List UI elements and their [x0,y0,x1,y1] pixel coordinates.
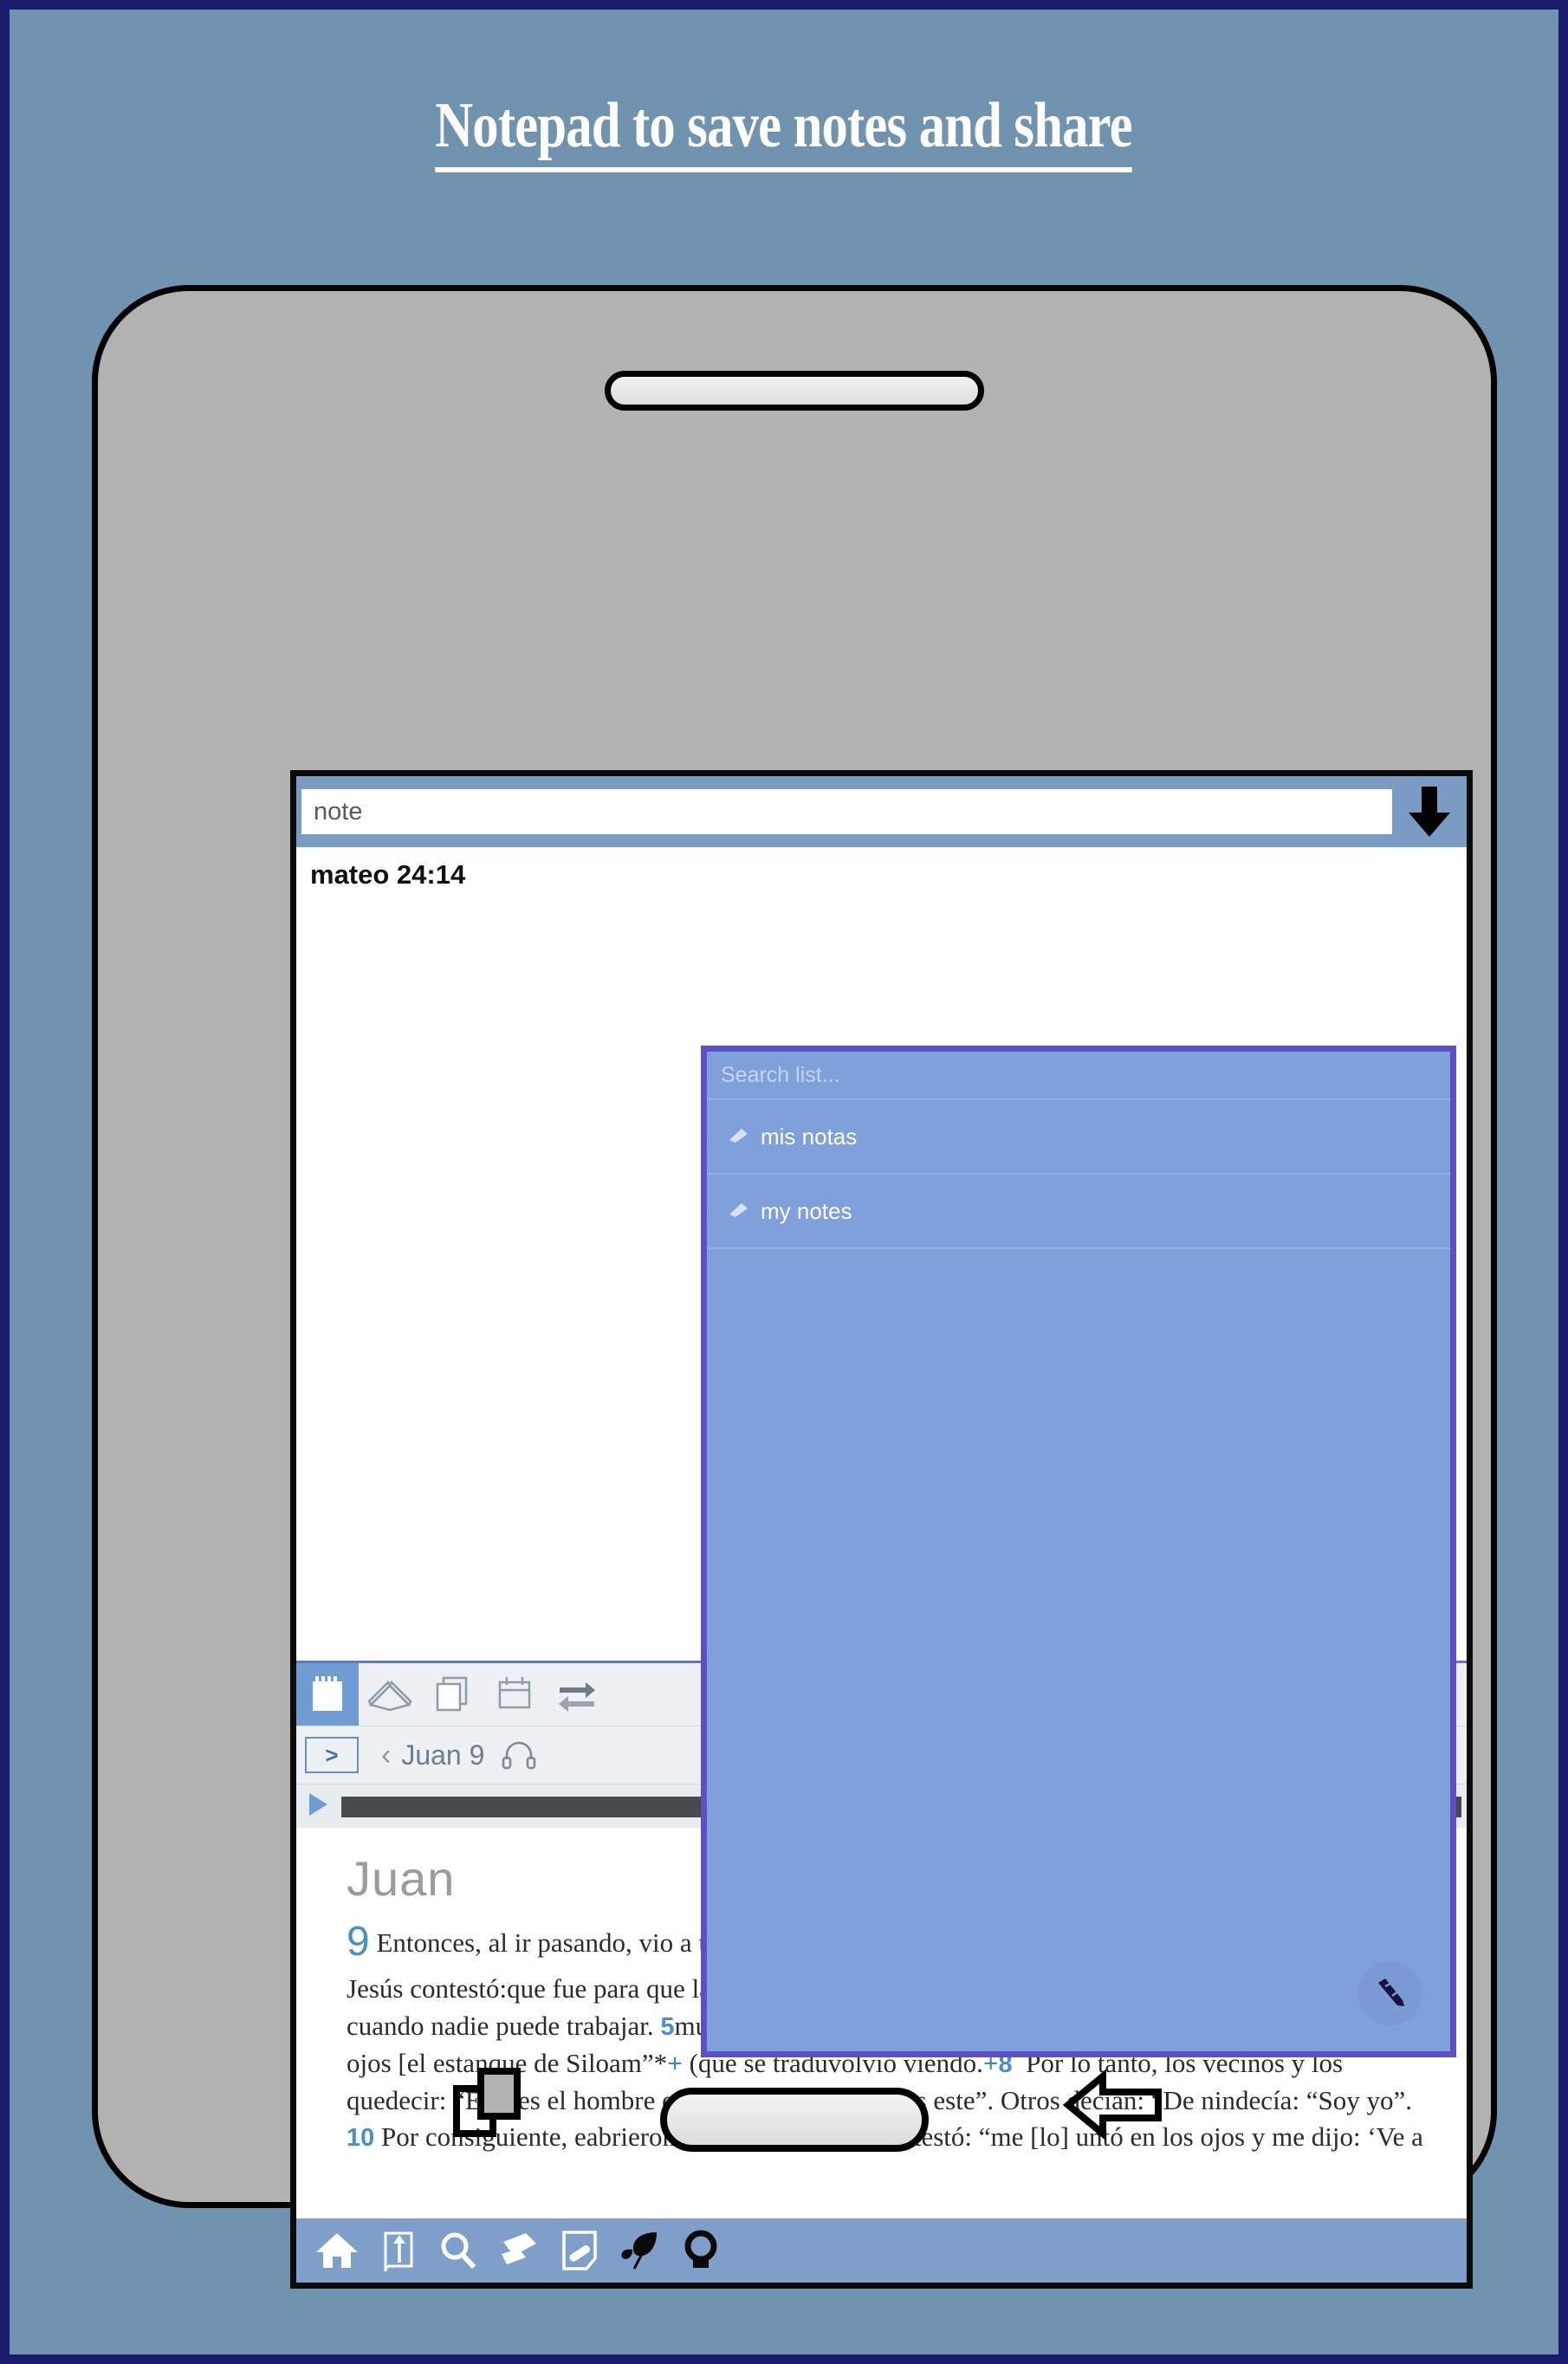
poster-root: Notepad to save notes and share mateo 24… [0,0,1568,2364]
list-item[interactable]: my notes [707,1175,1450,1249]
page-title: Notepad to save notes and share [10,92,1558,172]
book-arrow-icon[interactable] [367,2220,428,2281]
page-title-text: Notepad to save notes and share [435,92,1133,172]
list-item[interactable]: mis notas [707,1100,1450,1175]
open-book-icon[interactable] [359,1663,421,1726]
passage-run-chapter: 9 [347,1919,370,1965]
list-item-label: my notes [761,1197,852,1224]
swap-arrows-icon[interactable] [546,1663,608,1726]
note-title-input[interactable] [301,789,1392,834]
passage-run-body: el estanque de Siloam”* [406,2047,668,2078]
chapter-reference[interactable]: Juan 9 [401,1739,484,1771]
notepad-icon[interactable] [296,1663,359,1726]
leaf-icon[interactable] [610,2220,671,2281]
note-app-body[interactable]: mateo 24:14 [296,847,1467,891]
home-icon[interactable] [307,2220,367,2281]
search-input[interactable] [707,1052,1450,1100]
play-icon[interactable] [307,1791,329,1822]
bible-bottom-nav [296,2218,1467,2283]
headphones-icon[interactable] [502,1740,536,1770]
back-chevron-icon[interactable]: ‹ [381,1740,391,1770]
home-button[interactable] [660,2088,929,2152]
passage-run-xref: + [667,2047,683,2078]
chevron-down-icon[interactable] [1397,778,1461,845]
passage-run-body: decía: “Soy yo”. [1235,2084,1419,2115]
speaker-grille [605,371,984,411]
notes-list-popup: mis notas my notes [701,1046,1456,2057]
pages-icon[interactable] [421,1663,483,1726]
note-body-text: mateo 24:14 [310,859,466,890]
note-app-header [296,776,1467,847]
passage-run-verse: 10 [347,2124,375,2153]
recents-button[interactable] [448,2061,531,2148]
book-pages-icon[interactable] [489,2220,549,2281]
lightbulb-icon[interactable] [671,2220,731,2281]
new-note-fab[interactable] [1358,1961,1422,2025]
pencil-icon [728,1126,750,1148]
pencil-icon [728,1201,750,1222]
back-button[interactable] [1062,2068,1163,2147]
search-icon[interactable] [428,2220,489,2281]
note-pencil-icon[interactable] [549,2220,610,2281]
passage-run-verse: 5 [660,2013,675,2041]
expand-panel-button[interactable]: > [305,1737,359,1773]
passage-run-body: me [lo] untó en los ojos y me dijo: ‘Ve … [990,2121,1423,2153]
list-item-label: mis notas [761,1123,858,1150]
calendar-icon[interactable] [483,1663,546,1726]
